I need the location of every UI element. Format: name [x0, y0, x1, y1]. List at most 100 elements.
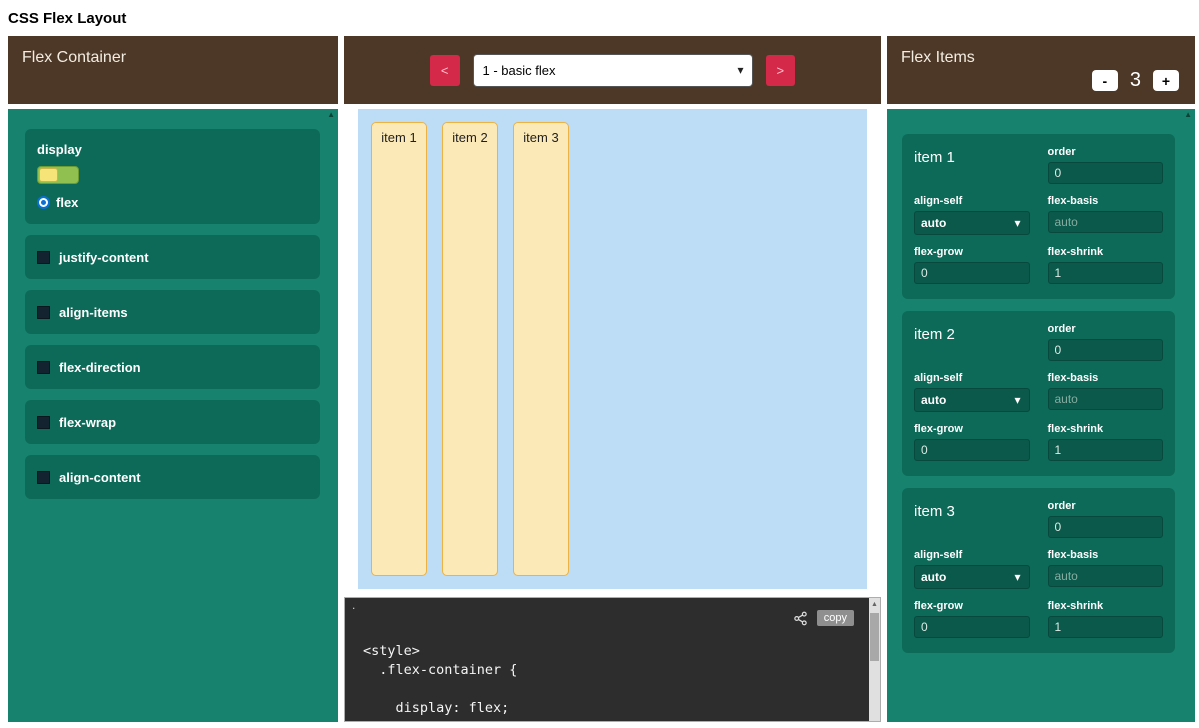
flex-grow-field: flex-grow [914, 600, 1030, 638]
remove-item-button[interactable]: - [1092, 70, 1118, 91]
flex-shrink-input[interactable] [1048, 262, 1164, 284]
align-self-field: align-self auto [914, 195, 1030, 235]
flex-grow-input[interactable] [914, 439, 1030, 461]
code-corner-dot: . [352, 598, 355, 612]
next-scenario-button[interactable]: > [766, 55, 796, 86]
display-flex-option[interactable]: flex [37, 195, 308, 210]
field-label: order [1048, 146, 1164, 158]
item-card-2: item 2 order align-self auto flex-basis [902, 311, 1175, 476]
scenario-nav-header: < 1 - basic flex > [344, 36, 881, 104]
flex-basis-field: flex-basis [1048, 195, 1164, 235]
flex-item: item 2 [442, 122, 498, 576]
flex-basis-field: flex-basis [1048, 549, 1164, 589]
order-input[interactable] [1048, 516, 1164, 538]
field-label: flex-basis [1048, 549, 1164, 561]
section-label: align-items [59, 305, 128, 320]
code-text: <style> .flex-container { display: flex; [363, 642, 880, 718]
order-field: order [1048, 500, 1164, 538]
field-label: flex-basis [1048, 372, 1164, 384]
flex-shrink-input[interactable] [1048, 439, 1164, 461]
flex-basis-input[interactable] [1048, 388, 1164, 410]
item-name: item 1 [914, 149, 1030, 184]
share-icon[interactable] [793, 611, 808, 626]
order-field: order [1048, 323, 1164, 361]
page-title: CSS Flex Layout [8, 10, 1191, 27]
flex-container-title: Flex Container [22, 49, 126, 66]
align-self-select[interactable]: auto [914, 388, 1030, 412]
item-name: item 2 [914, 326, 1030, 361]
checkbox-icon[interactable] [37, 416, 50, 429]
align-self-field: align-self auto [914, 549, 1030, 589]
checkbox-icon[interactable] [37, 251, 50, 264]
item-card-3: item 3 order align-self auto flex-basis [902, 488, 1175, 653]
align-self-select[interactable]: auto [914, 211, 1030, 235]
flex-grow-input[interactable] [914, 616, 1030, 638]
field-label: flex-grow [914, 423, 1030, 435]
field-label: flex-grow [914, 600, 1030, 612]
align-self-select-wrap: auto [914, 388, 1030, 412]
item-card-1: item 1 order align-self auto flex-basis [902, 134, 1175, 299]
flex-item: item 3 [513, 122, 569, 576]
flex-grow-input[interactable] [914, 262, 1030, 284]
preview-wrap: item 1 item 2 item 3 [344, 109, 881, 589]
align-self-field: align-self auto [914, 372, 1030, 412]
preview-column: < 1 - basic flex > item 1 item 2 item 3 … [344, 36, 881, 722]
align-self-select-wrap: auto [914, 211, 1030, 235]
flex-item: item 1 [371, 122, 427, 576]
flex-items-title: Flex Items [901, 49, 1179, 67]
field-label: flex-shrink [1048, 246, 1164, 258]
radio-icon[interactable] [37, 196, 50, 209]
scrollbar-thumb[interactable] [870, 613, 879, 661]
align-self-select-wrap: auto [914, 565, 1030, 589]
flex-basis-field: flex-basis [1048, 372, 1164, 412]
flex-basis-input[interactable] [1048, 211, 1164, 233]
flex-preview-container: item 1 item 2 item 3 [358, 109, 867, 589]
scroll-up-icon[interactable]: ▲ [327, 111, 335, 119]
item-count: 3 [1130, 69, 1141, 92]
scroll-up-icon[interactable]: ▲ [869, 601, 880, 608]
display-toggle[interactable] [37, 166, 79, 184]
prev-scenario-button[interactable]: < [430, 55, 460, 86]
checkbox-icon[interactable] [37, 361, 50, 374]
order-input[interactable] [1048, 339, 1164, 361]
copy-button[interactable]: copy [817, 610, 854, 626]
flex-items-panel-body: ▲ item 1 order align-self auto [887, 109, 1195, 722]
code-toolbar: copy [793, 610, 854, 626]
align-self-select[interactable]: auto [914, 565, 1030, 589]
order-field: order [1048, 146, 1164, 184]
section-justify-content[interactable]: justify-content [25, 235, 320, 279]
section-label: flex-wrap [59, 415, 116, 430]
field-label: flex-grow [914, 246, 1030, 258]
title-bar: CSS Flex Layout [0, 0, 1199, 36]
item-name: item 3 [914, 503, 1030, 538]
flex-shrink-input[interactable] [1048, 616, 1164, 638]
display-label: display [37, 142, 308, 157]
flex-shrink-field: flex-shrink [1048, 600, 1164, 638]
flex-grow-field: flex-grow [914, 423, 1030, 461]
flex-items-panel: Flex Items - 3 + ▲ item 1 order align-se… [887, 36, 1195, 722]
scenario-select-wrap: 1 - basic flex [473, 54, 753, 87]
flex-container-panel-body: ▲ display flex justify-content align-ite… [8, 109, 338, 722]
add-item-button[interactable]: + [1153, 70, 1179, 91]
checkbox-icon[interactable] [37, 306, 50, 319]
section-align-content[interactable]: align-content [25, 455, 320, 499]
section-align-items[interactable]: align-items [25, 290, 320, 334]
field-label: order [1048, 323, 1164, 335]
field-label: align-self [914, 372, 1030, 384]
section-label: justify-content [59, 250, 149, 265]
checkbox-icon[interactable] [37, 471, 50, 484]
section-flex-wrap[interactable]: flex-wrap [25, 400, 320, 444]
code-panel: . copy <style> .flex-container { display… [344, 597, 881, 722]
flex-container-panel-header: Flex Container [8, 36, 338, 104]
flex-basis-input[interactable] [1048, 565, 1164, 587]
flex-grow-field: flex-grow [914, 246, 1030, 284]
order-input[interactable] [1048, 162, 1164, 184]
code-scrollbar[interactable]: ▲ [869, 598, 880, 721]
scroll-up-icon[interactable]: ▲ [1184, 111, 1192, 119]
section-label: align-content [59, 470, 141, 485]
section-label: flex-direction [59, 360, 141, 375]
section-flex-direction[interactable]: flex-direction [25, 345, 320, 389]
field-label: order [1048, 500, 1164, 512]
scenario-select[interactable]: 1 - basic flex [473, 54, 753, 87]
radio-label: flex [56, 195, 78, 210]
